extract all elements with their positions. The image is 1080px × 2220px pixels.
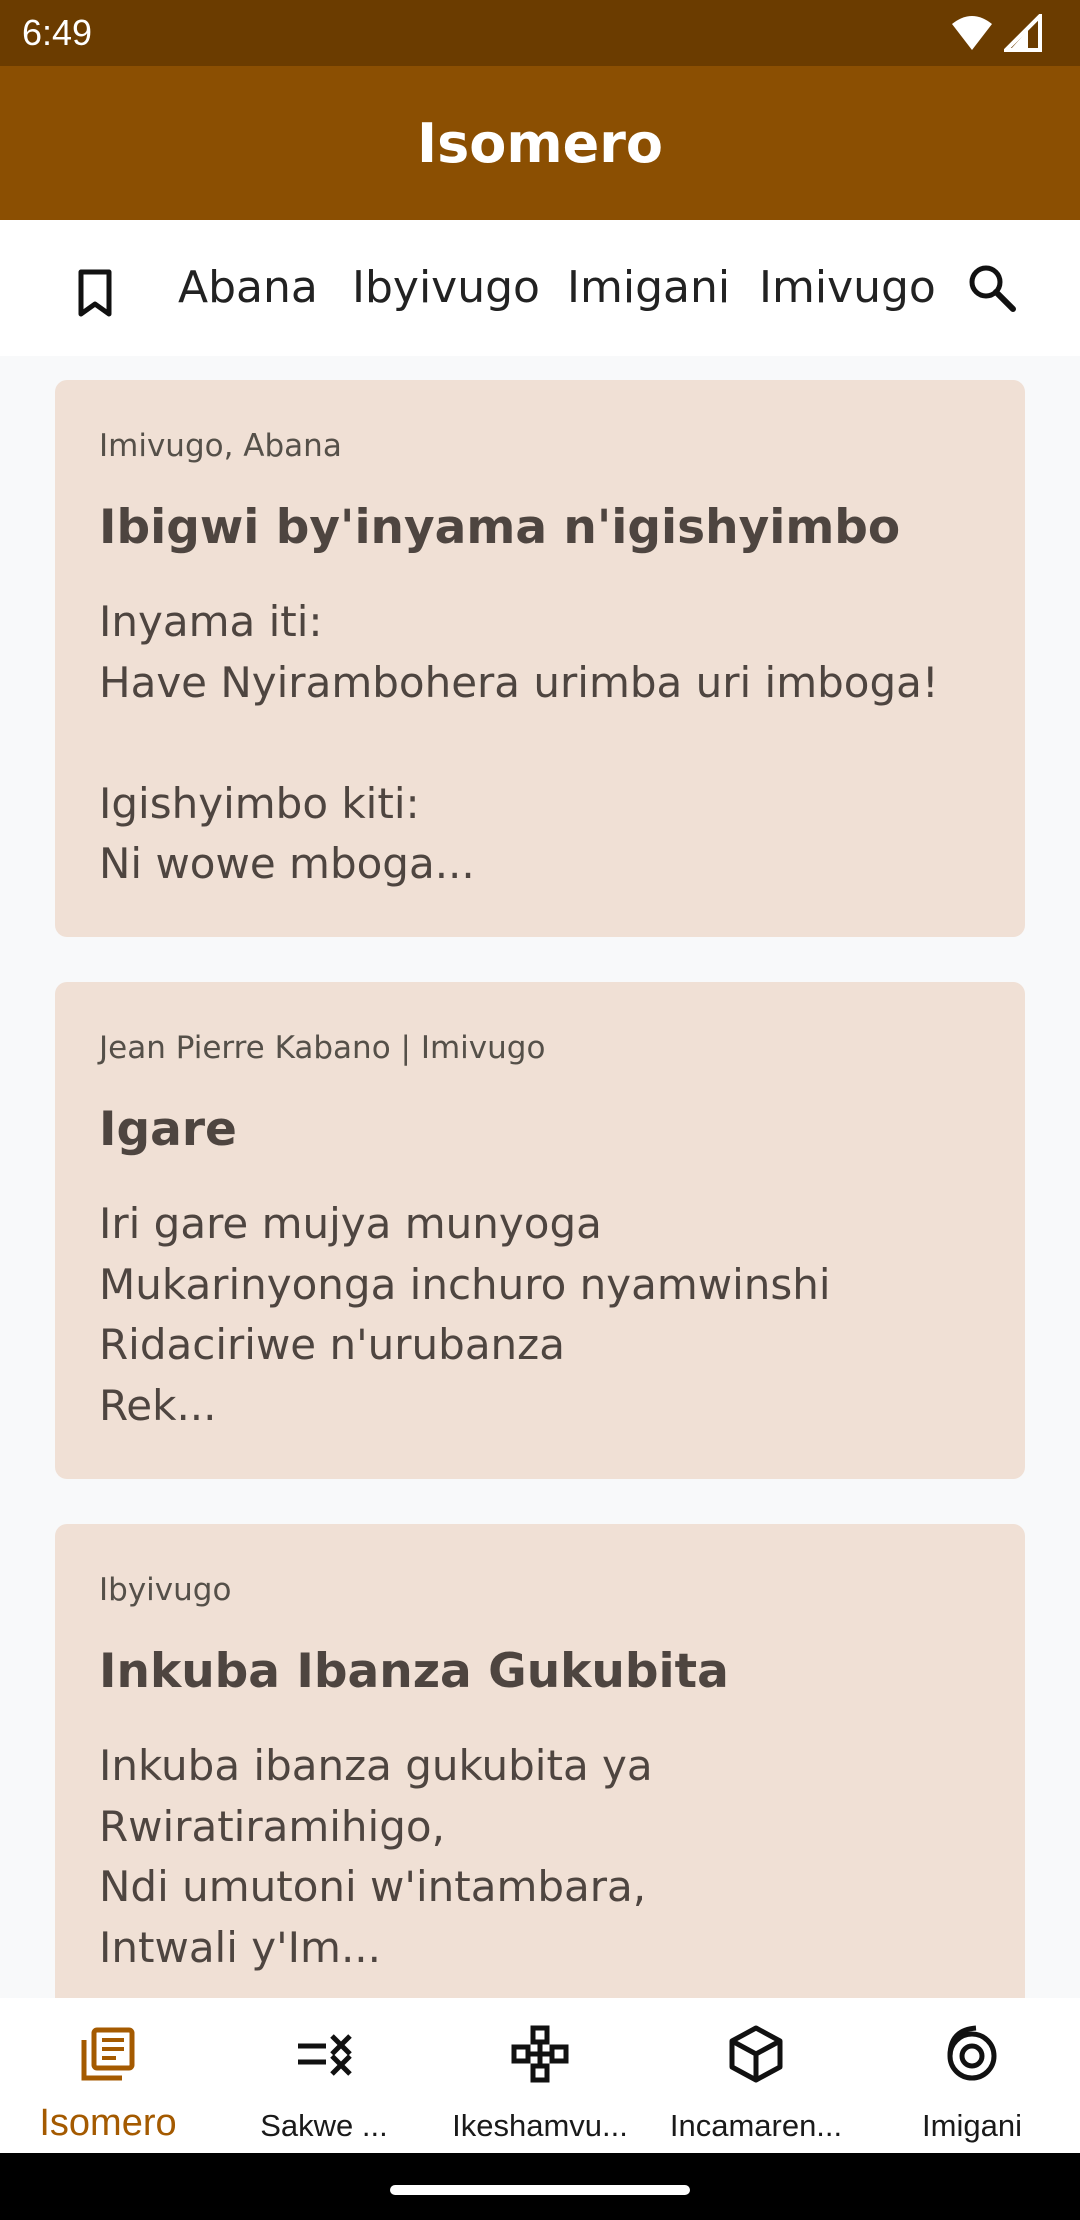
bookmark-icon[interactable]	[72, 268, 118, 318]
card-title: Inkuba Ibanza Gukubita	[99, 1644, 729, 1699]
nav-item-ikeshamvugo[interactable]: Ikeshamvu...	[432, 1998, 648, 2153]
cube-icon	[729, 2025, 783, 2083]
card-category: Ibyivugo	[99, 1572, 232, 1608]
status-icons	[950, 14, 1042, 52]
card-excerpt: Inkuba ibanza gukubita ya Rwiratiramihig…	[99, 1741, 653, 1972]
card-excerpt: Inyama iti: Have Nyirambohera urimba uri…	[99, 597, 939, 888]
app-bar: Isomero	[0, 66, 1080, 220]
nav-item-isomero[interactable]: Isomero	[0, 1998, 216, 2153]
nav-label: Imigani	[922, 2108, 1022, 2143]
spiral-icon	[947, 2025, 997, 2081]
nav-item-sakwe[interactable]: Sakwe ...	[216, 1998, 432, 2153]
card-category: Jean Pierre Kabano | Imivugo	[99, 1030, 546, 1066]
gesture-navigation-bar	[0, 2153, 1080, 2220]
status-time: 6:49	[22, 12, 93, 53]
nav-item-imigani[interactable]: Imigani	[864, 1998, 1080, 2153]
nav-label: Ikeshamvu...	[452, 2108, 628, 2143]
tab-imivugo[interactable]: Imivugo	[759, 260, 936, 316]
search-icon[interactable]	[966, 262, 1018, 314]
cell-signal-icon	[1004, 14, 1042, 52]
story-card[interactable]: Jean Pierre Kabano | Imivugo Igare Iri g…	[55, 982, 1025, 1479]
bottom-navigation: Isomero Sakwe ... Ikeshamvu... Incamaren…	[0, 1998, 1080, 2153]
quiz-icon	[298, 2034, 352, 2076]
card-title: Ibigwi by'inyama n'igishyimbo	[99, 500, 901, 555]
tab-ibyivugo[interactable]: Ibyivugo	[352, 260, 540, 316]
library-icon	[81, 2027, 135, 2081]
nav-label: Sakwe ...	[260, 2108, 388, 2143]
game-icon	[511, 2025, 569, 2083]
nav-label: Incamaren...	[669, 2108, 843, 2143]
card-excerpt: Iri gare mujya munyoga Mukarinyonga inch…	[99, 1199, 831, 1430]
tab-imigani[interactable]: Imigani	[567, 260, 730, 316]
nav-item-incamarenga[interactable]: Incamaren...	[648, 1998, 864, 2153]
nav-label: Isomero	[39, 2102, 177, 2144]
tab-abana[interactable]: Abana	[178, 260, 318, 316]
category-tabs: Abana Ibyivugo Imigani Imivugo	[0, 220, 1080, 356]
home-gesture-handle[interactable]	[390, 2185, 690, 2195]
app-title: Isomero	[417, 111, 663, 175]
story-card[interactable]: Imivugo, Abana Ibigwi by'inyama n'igishy…	[55, 380, 1025, 937]
status-bar: 6:49	[0, 0, 1080, 66]
card-category: Imivugo, Abana	[99, 428, 342, 464]
content-list: Imivugo, Abana Ibigwi by'inyama n'igishy…	[0, 356, 1080, 1998]
card-title: Igare	[99, 1102, 237, 1157]
wifi-icon	[952, 16, 992, 50]
story-card[interactable]: Ibyivugo Inkuba Ibanza Gukubita Inkuba i…	[55, 1524, 1025, 1998]
